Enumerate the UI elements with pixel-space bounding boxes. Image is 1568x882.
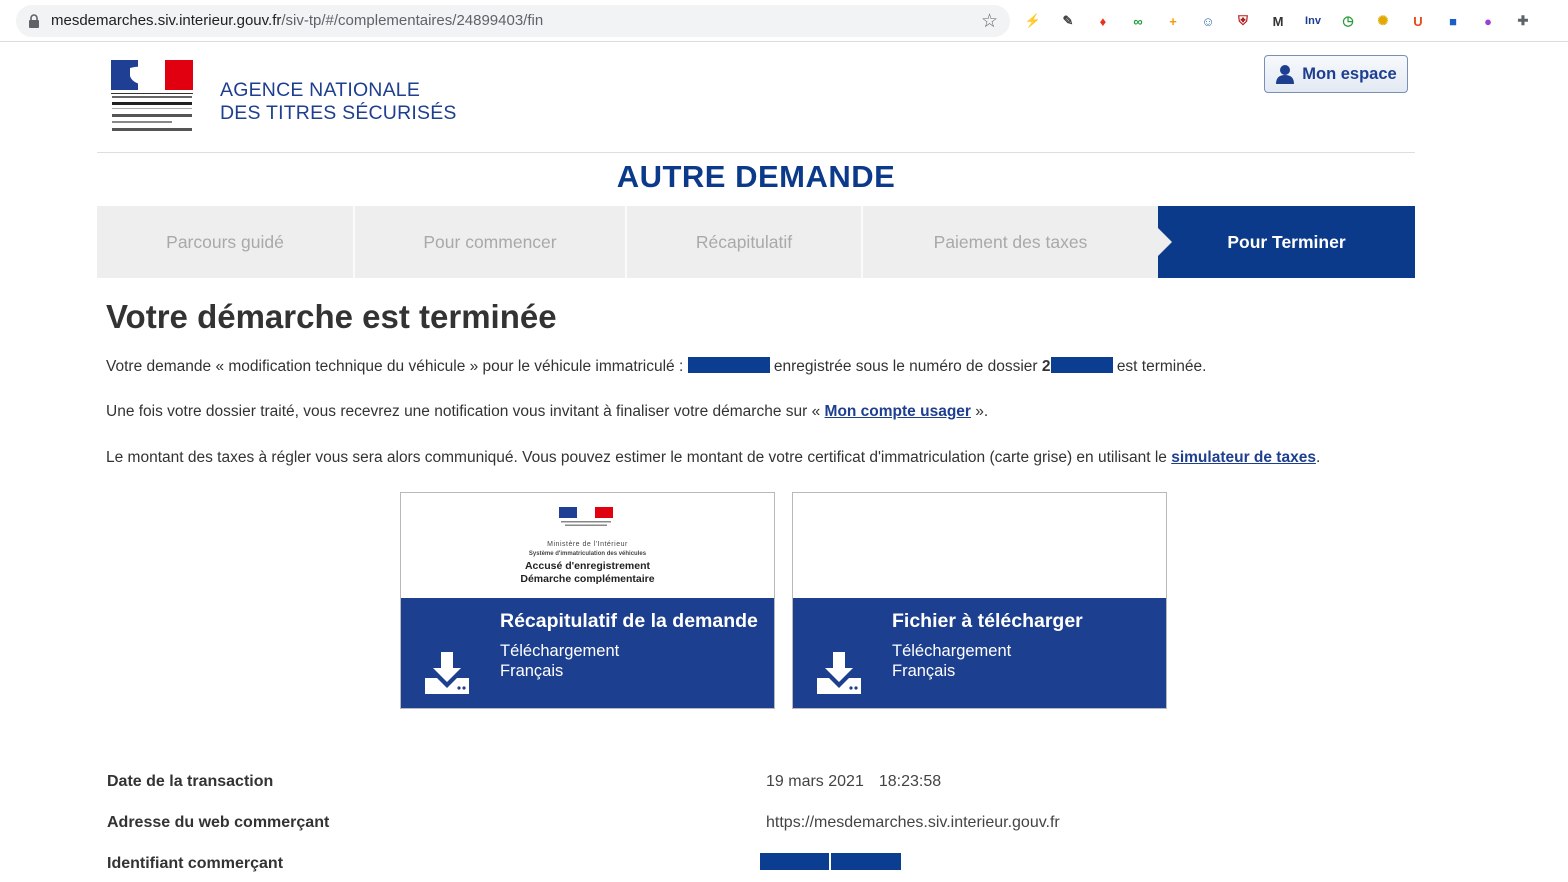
url-path: /siv-tp/#/complementaires/24899403/fin <box>281 12 544 29</box>
empty-preview <box>793 493 1166 598</box>
chat-icon[interactable]: ☺ <box>1195 8 1221 34</box>
sun-icon[interactable]: ✺ <box>1370 8 1396 34</box>
redacted-plate <box>687 357 770 373</box>
infinity-icon[interactable]: ∞ <box>1125 8 1151 34</box>
puzzle-icon[interactable]: ✚ <box>1510 8 1536 34</box>
notification-text-end: ». <box>975 403 989 420</box>
card-title: Récapitulatif de la demande <box>500 610 758 632</box>
taxes-paragraph: Le montant des taxes à régler vous sera … <box>106 449 1320 467</box>
mon-espace-button[interactable]: Mon espace <box>1264 55 1408 93</box>
agency-line-2: DES TITRES SÉCURISÉS <box>220 102 457 124</box>
notification-text: Une fois votre dossier traité, vous rece… <box>106 403 821 420</box>
eyedropper-icon[interactable]: ✎ <box>1055 8 1081 34</box>
step-paiement-des-taxes[interactable]: Paiement des taxes <box>863 206 1158 278</box>
doc-ministere: Ministère de l'Intérieur <box>547 541 628 548</box>
transaction-date-value: 19 mars 2021 18:23:58 <box>766 773 941 791</box>
dossier-number-digit: 2 <box>1041 358 1051 375</box>
card-banner: Fichier à télécharger Téléchargement Fra… <box>793 598 1166 708</box>
redacted-merchant-id-part-1 <box>760 853 829 870</box>
card-title: Fichier à télécharger <box>892 610 1083 632</box>
progress-steps: Parcours guidé Pour commencer Récapitula… <box>97 206 1415 278</box>
circle-icon[interactable]: ● <box>1475 8 1501 34</box>
card-subtitle: Téléchargement Français <box>500 641 619 681</box>
plus-badge-icon[interactable]: + <box>1160 8 1186 34</box>
mon-espace-label: Mon espace <box>1302 64 1397 83</box>
u-icon[interactable]: U <box>1405 8 1431 34</box>
extensions-bar: ⚡ ✎ ♦ ∞ + ☺ ⛨ M Inv ◷ ✺ U ■ ● ✚ <box>1020 8 1536 34</box>
card-subtitle: Téléchargement Français <box>892 641 1011 681</box>
transaction-date-label: Date de la transaction <box>107 773 274 790</box>
agency-name: AGENCE NATIONALE DES TITRES SÉCURISÉS <box>220 79 457 125</box>
browser-toolbar: mesdemarches.siv.interieur.gouv.fr/siv-t… <box>0 0 1568 42</box>
header-divider <box>97 152 1415 153</box>
merchant-web-value: https://mesdemarches.siv.interieur.gouv.… <box>766 814 1060 831</box>
republique-francaise-logo <box>111 60 193 131</box>
step-pour-terminer[interactable]: Pour Terminer <box>1158 206 1415 278</box>
address-bar[interactable]: mesdemarches.siv.interieur.gouv.fr/siv-t… <box>16 5 1010 37</box>
download-icon <box>817 652 861 694</box>
recapitulatif-download-card[interactable]: Ministère de l'Intérieur Système d'immat… <box>400 492 775 709</box>
completion-title: Votre démarche est terminée <box>106 298 557 335</box>
transaction-date: 19 mars 2021 <box>766 773 864 790</box>
step-recapitulatif[interactable]: Récapitulatif <box>627 206 861 278</box>
notification-paragraph: Une fois votre dossier traité, vous rece… <box>106 403 988 421</box>
step-pour-commencer[interactable]: Pour commencer <box>355 206 625 278</box>
square-icon[interactable]: ■ <box>1440 8 1466 34</box>
download-icon <box>425 652 469 694</box>
confirmation-text-end: est terminée. <box>1116 358 1207 375</box>
mon-compte-usager-link[interactable]: Mon compte usager <box>825 403 971 420</box>
confirmation-text-start: Votre demande « modification technique d… <box>106 358 684 375</box>
pin-icon[interactable]: ♦ <box>1090 8 1116 34</box>
m-icon[interactable]: M <box>1265 8 1291 34</box>
card-sub-language: Français <box>892 662 956 680</box>
taxes-text: Le montant des taxes à régler vous sera … <box>106 449 1167 466</box>
document-preview: Ministère de l'Intérieur Système d'immat… <box>401 493 774 598</box>
confirmation-paragraph: Votre demande « modification technique d… <box>106 357 1206 376</box>
merchant-id-label: Identifiant commerçant <box>107 855 284 872</box>
taxes-text-end: . <box>1315 449 1321 466</box>
card-banner: Récapitulatif de la demande Téléchargeme… <box>401 598 774 708</box>
redacted-dossier-number <box>1050 357 1113 373</box>
confirmation-text-middle: enregistrée sous le numéro de dossier <box>773 358 1038 375</box>
card-sub-download: Téléchargement <box>892 642 1012 660</box>
doc-title-line-1: Accusé d'enregistrement <box>524 560 651 572</box>
doc-systeme: Système d'immatriculation des véhicules <box>528 551 647 557</box>
step-parcours-guide[interactable]: Parcours guidé <box>97 206 353 278</box>
bookmark-star-icon[interactable]: ☆ <box>981 10 998 33</box>
agency-line-1: AGENCE NATIONALE <box>220 79 421 101</box>
shield-icon[interactable]: ⛨ <box>1230 8 1256 34</box>
merchant-id-value <box>760 853 901 873</box>
page-title: AUTRE DEMANDE <box>616 159 896 194</box>
merchant-web-label: Adresse du web commerçant <box>107 814 330 831</box>
lock-icon <box>29 14 39 28</box>
marianne-small-logo <box>559 507 613 526</box>
compass-icon[interactable]: ◷ <box>1335 8 1361 34</box>
doc-title-line-2: Démarche complémentaire <box>520 573 655 585</box>
simulateur-de-taxes-link[interactable]: simulateur de taxes <box>1171 449 1316 466</box>
step-arrow-notch <box>1158 228 1172 256</box>
url-host: mesdemarches.siv.interieur.gouv.fr <box>51 12 282 29</box>
user-icon <box>1276 65 1295 84</box>
url-text: mesdemarches.siv.interieur.gouv.fr/siv-t… <box>51 12 543 29</box>
redacted-merchant-id-part-2 <box>831 853 901 870</box>
fichier-download-card[interactable]: Fichier à télécharger Téléchargement Fra… <box>792 492 1167 709</box>
bolt-icon[interactable]: ⚡ <box>1020 8 1046 34</box>
card-sub-language: Français <box>500 662 564 680</box>
inv-icon[interactable]: Inv <box>1300 8 1326 34</box>
transaction-time: 18:23:58 <box>878 773 942 790</box>
card-sub-download: Téléchargement <box>500 642 620 660</box>
